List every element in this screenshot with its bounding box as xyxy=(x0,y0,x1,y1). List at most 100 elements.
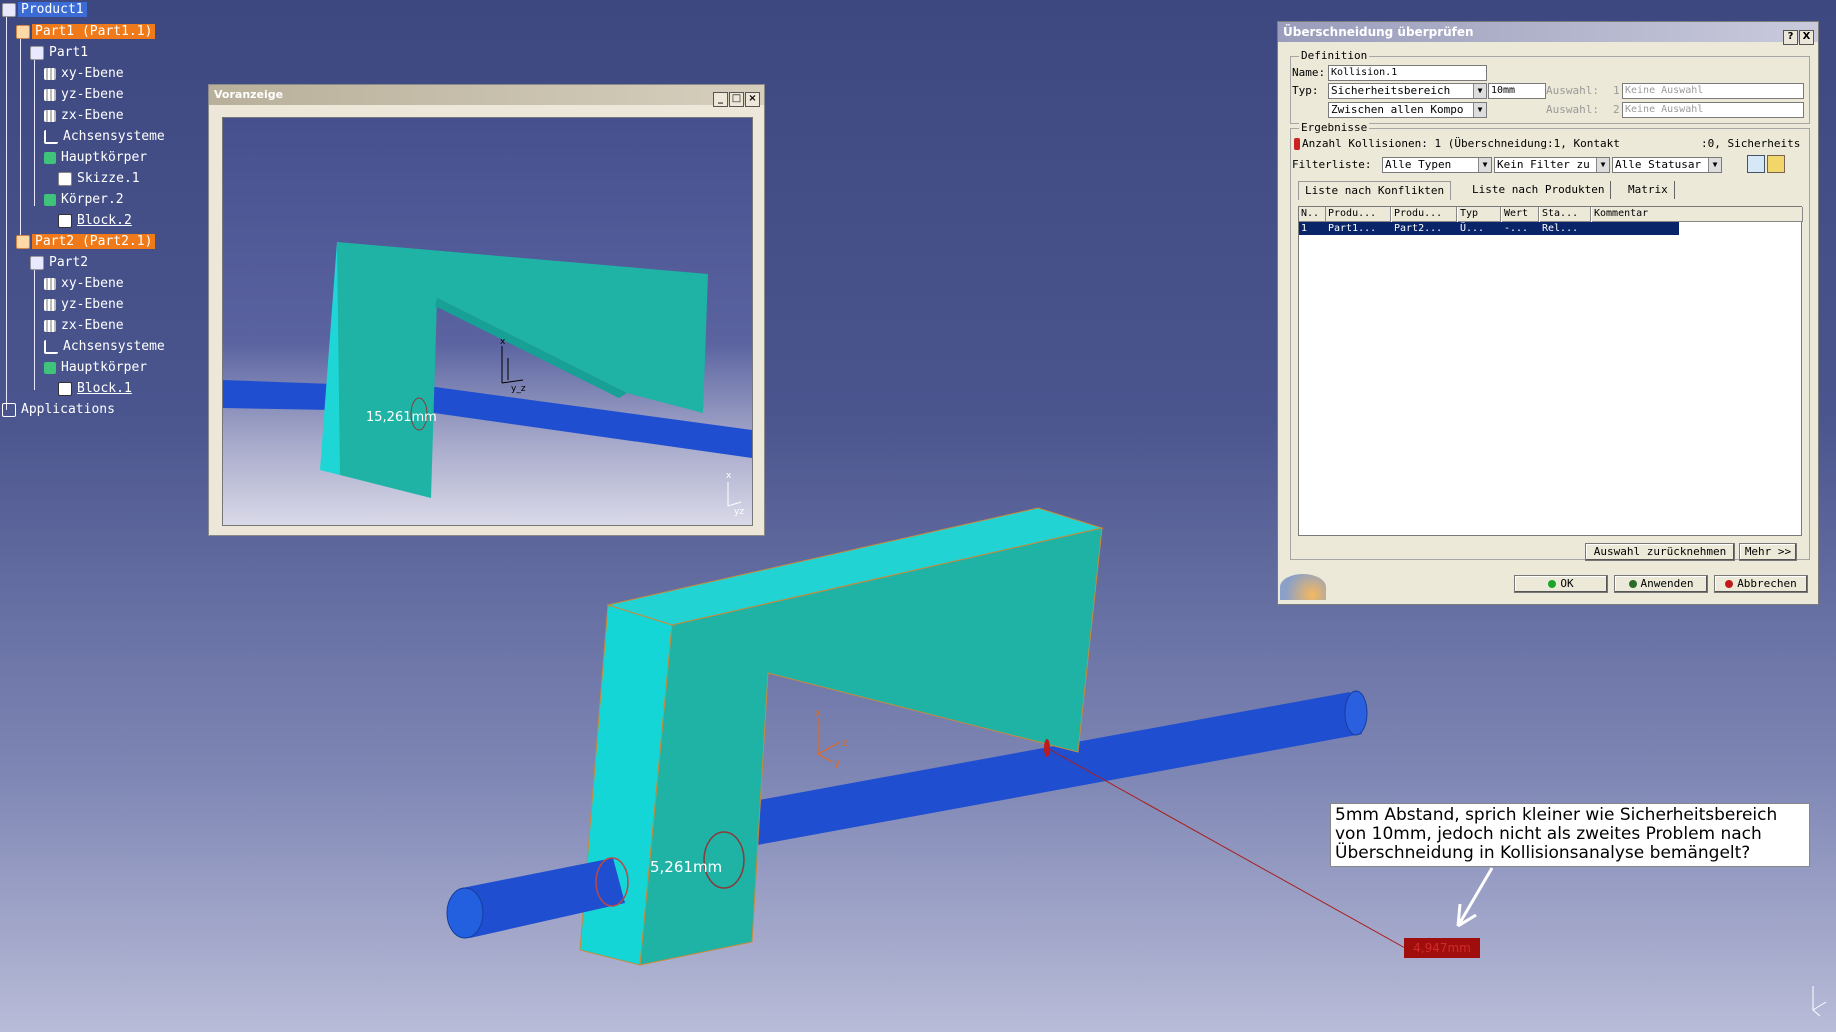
results-label: Ergebnisse xyxy=(1299,121,1370,134)
between-select[interactable]: Zwischen allen Kompo ▼ xyxy=(1328,102,1487,118)
tab-conflicts[interactable]: Liste nach Konflikten xyxy=(1298,181,1452,200)
minimize-button[interactable]: _ xyxy=(713,92,728,107)
measure-value-box[interactable]: 4,947mm xyxy=(1404,938,1480,958)
part-icon xyxy=(30,255,44,270)
chevron-down-icon: ▼ xyxy=(1473,103,1486,117)
tree-label: Hauptkörper xyxy=(61,360,148,375)
tree-label: Part2 xyxy=(49,255,89,270)
tree-node-zx-plane-1[interactable]: zx-Ebene xyxy=(44,107,127,125)
tree-node-sketch-1[interactable]: Skizze.1 xyxy=(58,170,143,188)
selection2-label: Auswahl: xyxy=(1546,103,1599,116)
tree-node-product[interactable]: Product1 xyxy=(2,1,87,19)
tree-node-yz-plane-2[interactable]: yz-Ebene xyxy=(44,296,127,314)
column-header[interactable]: Produ... xyxy=(1392,207,1457,222)
tree-node-koerper-2[interactable]: Körper.2 xyxy=(44,191,127,209)
column-header[interactable]: N.. xyxy=(1299,207,1326,222)
preview-axis-yz-label: y_z xyxy=(511,384,526,394)
rod-near-cap xyxy=(446,887,484,939)
corner-compass-icon xyxy=(1812,986,1827,1017)
applications-icon xyxy=(2,402,16,417)
tree-node-main-body-1[interactable]: Hauptkörper xyxy=(44,149,150,167)
apply-button[interactable]: Anwenden xyxy=(1614,575,1708,593)
filter-none-select[interactable]: Kein Filter zu ▼ xyxy=(1494,157,1610,173)
cancel-button[interactable]: Abbrechen xyxy=(1714,575,1808,593)
more-button[interactable]: Mehr >> xyxy=(1739,543,1797,561)
column-header[interactable]: Typ xyxy=(1458,207,1501,222)
preview-viewport[interactable]: x y_z x yz 15,261mm xyxy=(222,117,753,526)
tree-node-axes-2[interactable]: Achsensysteme xyxy=(44,338,168,356)
axis-x-label: x xyxy=(815,708,821,719)
tree-node-part1[interactable]: Part1 xyxy=(30,44,91,62)
results-summary-text: Anzahl Kollisionen: 1 (Überschneidung:1,… xyxy=(1302,137,1620,150)
close-button[interactable]: × xyxy=(745,92,760,107)
apply-icon xyxy=(1628,580,1637,588)
dialog-titlebar[interactable]: Überschneidung überprüfen ? X xyxy=(1278,22,1818,45)
tree-node-part2[interactable]: Part2 xyxy=(30,254,91,272)
column-header[interactable]: Wert xyxy=(1502,207,1539,222)
tree-label: Hauptkörper xyxy=(61,150,148,165)
filter-status-select[interactable]: Alle Statusar ▼ xyxy=(1612,157,1722,173)
interference-dialog[interactable]: Überschneidung überprüfen ? X Definition … xyxy=(1277,21,1819,605)
ok-button[interactable]: OK xyxy=(1514,575,1608,593)
specification-tree[interactable]: Product1 Part1 (Part1.1) Part1 xy-Ebene … xyxy=(0,0,200,430)
tree-node-applications[interactable]: Applications xyxy=(2,401,118,419)
traffic-light-icon xyxy=(1294,138,1300,150)
help-button[interactable]: ? xyxy=(1783,30,1798,45)
part-icon xyxy=(30,45,44,60)
preview-window[interactable]: Voranzeige _ □ × x y_z x yz 15,261mm xyxy=(208,84,765,536)
export-icon[interactable] xyxy=(1747,155,1765,173)
filter-types-select[interactable]: Alle Typen ▼ xyxy=(1382,157,1492,173)
tab-products[interactable]: Liste nach Produkten xyxy=(1466,181,1612,199)
tab-matrix[interactable]: Matrix xyxy=(1622,181,1675,199)
contact-marker xyxy=(1044,739,1050,757)
filter-label: Filterliste: xyxy=(1292,158,1372,171)
tree-label: Applications xyxy=(21,402,115,417)
close-button[interactable]: X xyxy=(1799,30,1814,45)
tree-connector xyxy=(20,36,21,236)
tree-node-part2-instance[interactable]: Part2 (Part2.1) xyxy=(16,233,156,251)
reset-selection-button[interactable]: Auswahl zurücknehmen xyxy=(1585,543,1735,561)
chevron-down-icon: ▼ xyxy=(1478,158,1491,172)
tree-label: Achsensysteme xyxy=(63,129,165,144)
preview-titlebar[interactable]: Voranzeige _ □ × xyxy=(209,85,764,107)
table-cell: -... xyxy=(1504,223,1529,234)
plane-icon xyxy=(44,277,56,290)
name-field[interactable]: Kollision.1 xyxy=(1328,65,1487,81)
tree-node-block-2[interactable]: Block.2 xyxy=(58,212,135,230)
lock-icon[interactable] xyxy=(1767,155,1785,173)
tree-label: zx-Ebene xyxy=(61,318,124,333)
column-header[interactable]: Kommentar xyxy=(1592,207,1803,222)
tree-node-yz-plane-1[interactable]: yz-Ebene xyxy=(44,86,127,104)
tree-label: Product1 xyxy=(18,2,87,17)
tree-node-block-1[interactable]: Block.1 xyxy=(58,380,135,398)
tree-node-zx-plane-2[interactable]: zx-Ebene xyxy=(44,317,127,335)
table-cell: 1 xyxy=(1301,223,1308,234)
typ-label: Typ: xyxy=(1292,84,1319,97)
tree-node-axes-1[interactable]: Achsensysteme xyxy=(44,128,168,146)
preview-title: Voranzeige xyxy=(214,88,284,101)
tree-node-main-body-2[interactable]: Hauptkörper xyxy=(44,359,150,377)
selection1-field[interactable]: Keine Auswahl xyxy=(1622,83,1804,99)
column-header[interactable]: Produ... xyxy=(1326,207,1391,222)
body-icon xyxy=(44,193,56,206)
tree-node-xy-plane-2[interactable]: xy-Ebene xyxy=(44,275,127,293)
annotation-arrow xyxy=(1456,867,1494,928)
sketch-icon xyxy=(58,171,72,186)
tree-node-part1-instance[interactable]: Part1 (Part1.1) xyxy=(16,23,156,41)
filter-none-value: Kein Filter zu xyxy=(1497,158,1590,171)
preview-dimension-label: 15,261mm xyxy=(366,410,437,425)
clearance-field[interactable]: 10mm xyxy=(1488,83,1546,99)
preview-compass-x: x xyxy=(726,471,732,481)
plane-icon xyxy=(44,109,56,122)
part-instance-icon xyxy=(16,234,30,249)
tree-node-xy-plane-1[interactable]: xy-Ebene xyxy=(44,65,127,83)
selection1-index: 1 xyxy=(1613,84,1620,97)
compass-axis xyxy=(817,718,841,763)
maximize-button[interactable]: □ xyxy=(729,92,744,107)
plane-icon xyxy=(44,67,56,80)
main-dimension-label: 5,261mm xyxy=(650,858,723,876)
conflict-table[interactable]: N.. Produ... Produ... Typ Wert Sta... Ko… xyxy=(1298,206,1803,536)
column-header[interactable]: Sta... xyxy=(1540,207,1591,222)
selection2-field[interactable]: Keine Auswahl xyxy=(1622,102,1804,118)
typ-select[interactable]: Sicherheitsbereich ▼ xyxy=(1328,83,1487,99)
